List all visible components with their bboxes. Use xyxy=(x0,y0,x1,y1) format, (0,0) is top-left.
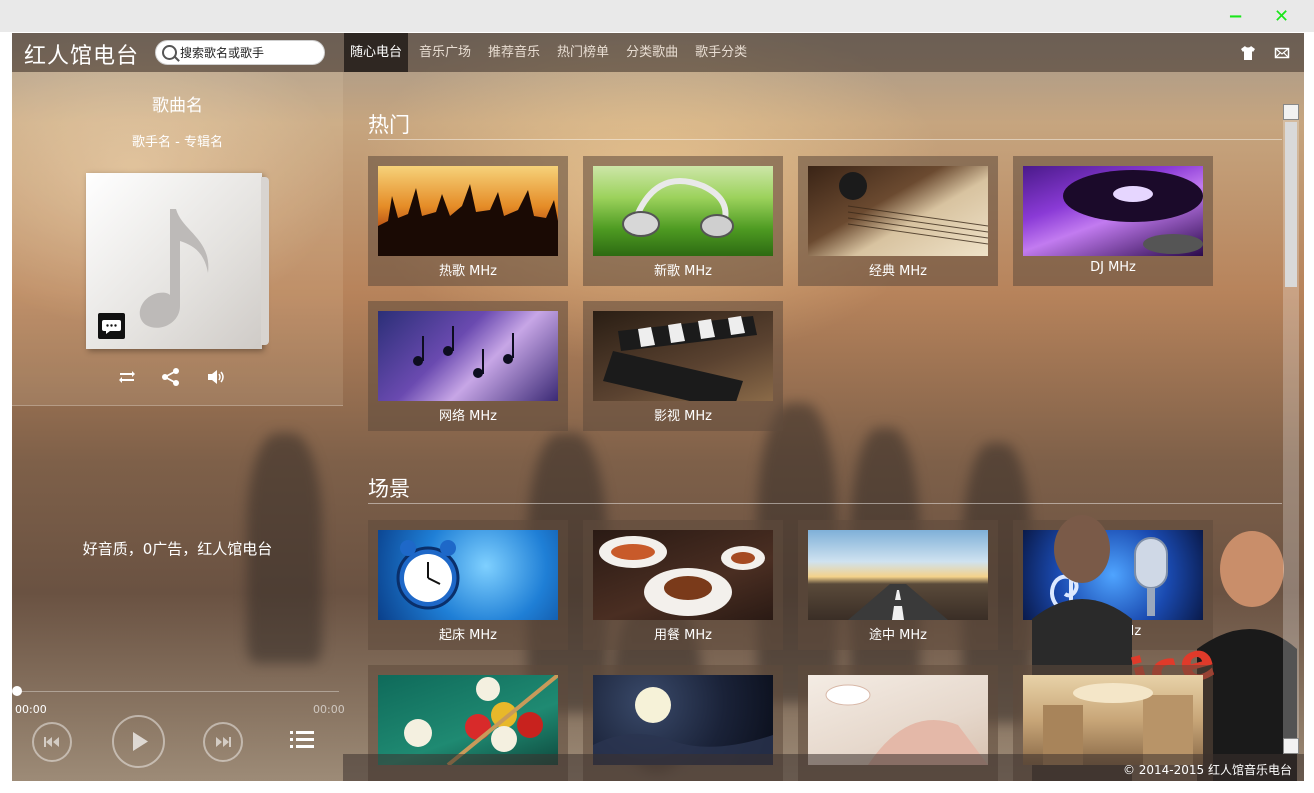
headphones-grass-image xyxy=(593,166,773,256)
road-horizon-image xyxy=(808,530,988,620)
search-box[interactable] xyxy=(155,40,325,65)
channel-label: 途中 MHz xyxy=(869,628,927,643)
copyright-text: © 2014-2015 红人馆音乐电台 xyxy=(1122,763,1292,777)
channel-label: DJ MHz xyxy=(1090,260,1136,275)
channel-label: 新歌 MHz xyxy=(654,264,712,279)
channel-card-dining[interactable]: 用餐 MHz xyxy=(583,520,783,650)
player-panel: 歌曲名 歌手名 - 专辑名 好音质，0广告，红人馆电台 00:00 00:00 xyxy=(12,72,345,781)
search-icon xyxy=(162,45,177,60)
tab-charts[interactable]: 热门榜单 xyxy=(551,33,615,72)
channel-card-hot-songs[interactable]: 热歌 MHz xyxy=(368,156,568,286)
footer-bar: © 2014-2015 红人馆音乐电台 xyxy=(343,754,1304,781)
alarm-clock-image xyxy=(378,530,558,620)
volume-icon[interactable] xyxy=(205,366,227,388)
share-icon[interactable] xyxy=(160,366,182,388)
section-divider xyxy=(368,139,1282,140)
clapperboard-image xyxy=(593,311,773,401)
channel-card-film[interactable]: 影视 MHz xyxy=(583,301,783,431)
section-title-scene: 场景 xyxy=(368,477,410,501)
channel-card-wakeup[interactable]: 起床 MHz xyxy=(368,520,568,650)
channel-card-on-the-road[interactable]: 途中 MHz xyxy=(798,520,998,650)
close-button[interactable]: ✕ xyxy=(1274,6,1289,27)
channel-label: 起床 MHz xyxy=(439,628,497,643)
disc-edge xyxy=(261,177,269,345)
title-bar: − ✕ xyxy=(0,0,1314,32)
content-scrollbar[interactable] xyxy=(1283,104,1299,754)
scroll-up-arrow[interactable] xyxy=(1283,104,1299,120)
progress-handle[interactable] xyxy=(12,686,22,696)
interior-image xyxy=(1023,675,1203,765)
artist-album: 歌手名 - 专辑名 xyxy=(132,135,223,150)
moon-night-image xyxy=(593,675,773,765)
concert-crowd-image xyxy=(378,166,558,256)
scroll-thumb[interactable] xyxy=(1285,122,1297,287)
next-button[interactable] xyxy=(203,722,243,762)
channel-label: 影视 MHz xyxy=(654,409,712,424)
skin-shirt-icon[interactable] xyxy=(1240,45,1256,61)
minimize-button[interactable]: − xyxy=(1228,6,1243,27)
mail-icon[interactable] xyxy=(1274,45,1290,61)
section-divider xyxy=(368,503,1282,504)
slogan-text: 好音质，0广告，红人馆电台 xyxy=(82,540,273,558)
tab-singers[interactable]: 歌手分类 xyxy=(689,33,753,72)
time-total: 00:00 xyxy=(313,703,345,716)
channel-label: 用餐 MHz xyxy=(654,628,712,643)
sheet-music-image xyxy=(808,166,988,256)
billiards-image xyxy=(378,675,558,765)
progress-bar[interactable] xyxy=(16,691,339,692)
now-playing-area: 歌曲名 歌手名 - 专辑名 xyxy=(12,72,343,406)
app-window: 红人馆电台 随心电台 音乐广场 推荐音乐 热门榜单 分类歌曲 歌手分类 歌曲名 … xyxy=(12,33,1304,781)
album-cover xyxy=(86,173,269,349)
channel-label: 网络 MHz xyxy=(439,409,497,424)
channel-label: 热歌 MHz xyxy=(439,264,497,279)
music-notes-galaxy-image xyxy=(378,311,558,401)
channel-card-classic[interactable]: 经典 MHz xyxy=(798,156,998,286)
playlist-icon[interactable] xyxy=(288,727,316,753)
tab-radio[interactable]: 随心电台 xyxy=(344,33,409,72)
play-button[interactable] xyxy=(112,715,165,768)
turntable-image xyxy=(1023,166,1203,256)
next-icon xyxy=(216,737,231,747)
channel-card-dj[interactable]: DJ MHz xyxy=(1013,156,1213,286)
music-note-icon xyxy=(139,209,209,328)
main-nav: 随心电台 音乐广场 推荐音乐 热门榜单 分类歌曲 歌手分类 xyxy=(344,33,758,72)
tab-recommended[interactable]: 推荐音乐 xyxy=(482,33,546,72)
tab-music-plaza[interactable]: 音乐广场 xyxy=(413,33,477,72)
channel-card-network[interactable]: 网络 MHz xyxy=(368,301,568,431)
comment-icon[interactable] xyxy=(98,313,125,339)
repeat-icon[interactable] xyxy=(116,366,138,388)
section-title-hot: 热门 xyxy=(368,113,410,137)
prev-button[interactable] xyxy=(32,722,72,762)
song-title: 歌曲名 xyxy=(152,96,203,116)
channel-label: 经典 MHz xyxy=(869,264,927,279)
search-input[interactable] xyxy=(180,43,320,62)
reading-image xyxy=(808,675,988,765)
dining-plates-image xyxy=(593,530,773,620)
tab-categories[interactable]: 分类歌曲 xyxy=(620,33,684,72)
top-header: 红人馆电台 随心电台 音乐广场 推荐音乐 热门榜单 分类歌曲 歌手分类 xyxy=(12,33,1304,72)
app-logo: 红人馆电台 xyxy=(24,44,140,69)
scroll-down-arrow[interactable] xyxy=(1283,738,1299,754)
channel-card-new-songs[interactable]: 新歌 MHz xyxy=(583,156,783,286)
time-current: 00:00 xyxy=(15,703,47,716)
prev-icon xyxy=(44,737,59,747)
play-icon xyxy=(133,732,148,751)
